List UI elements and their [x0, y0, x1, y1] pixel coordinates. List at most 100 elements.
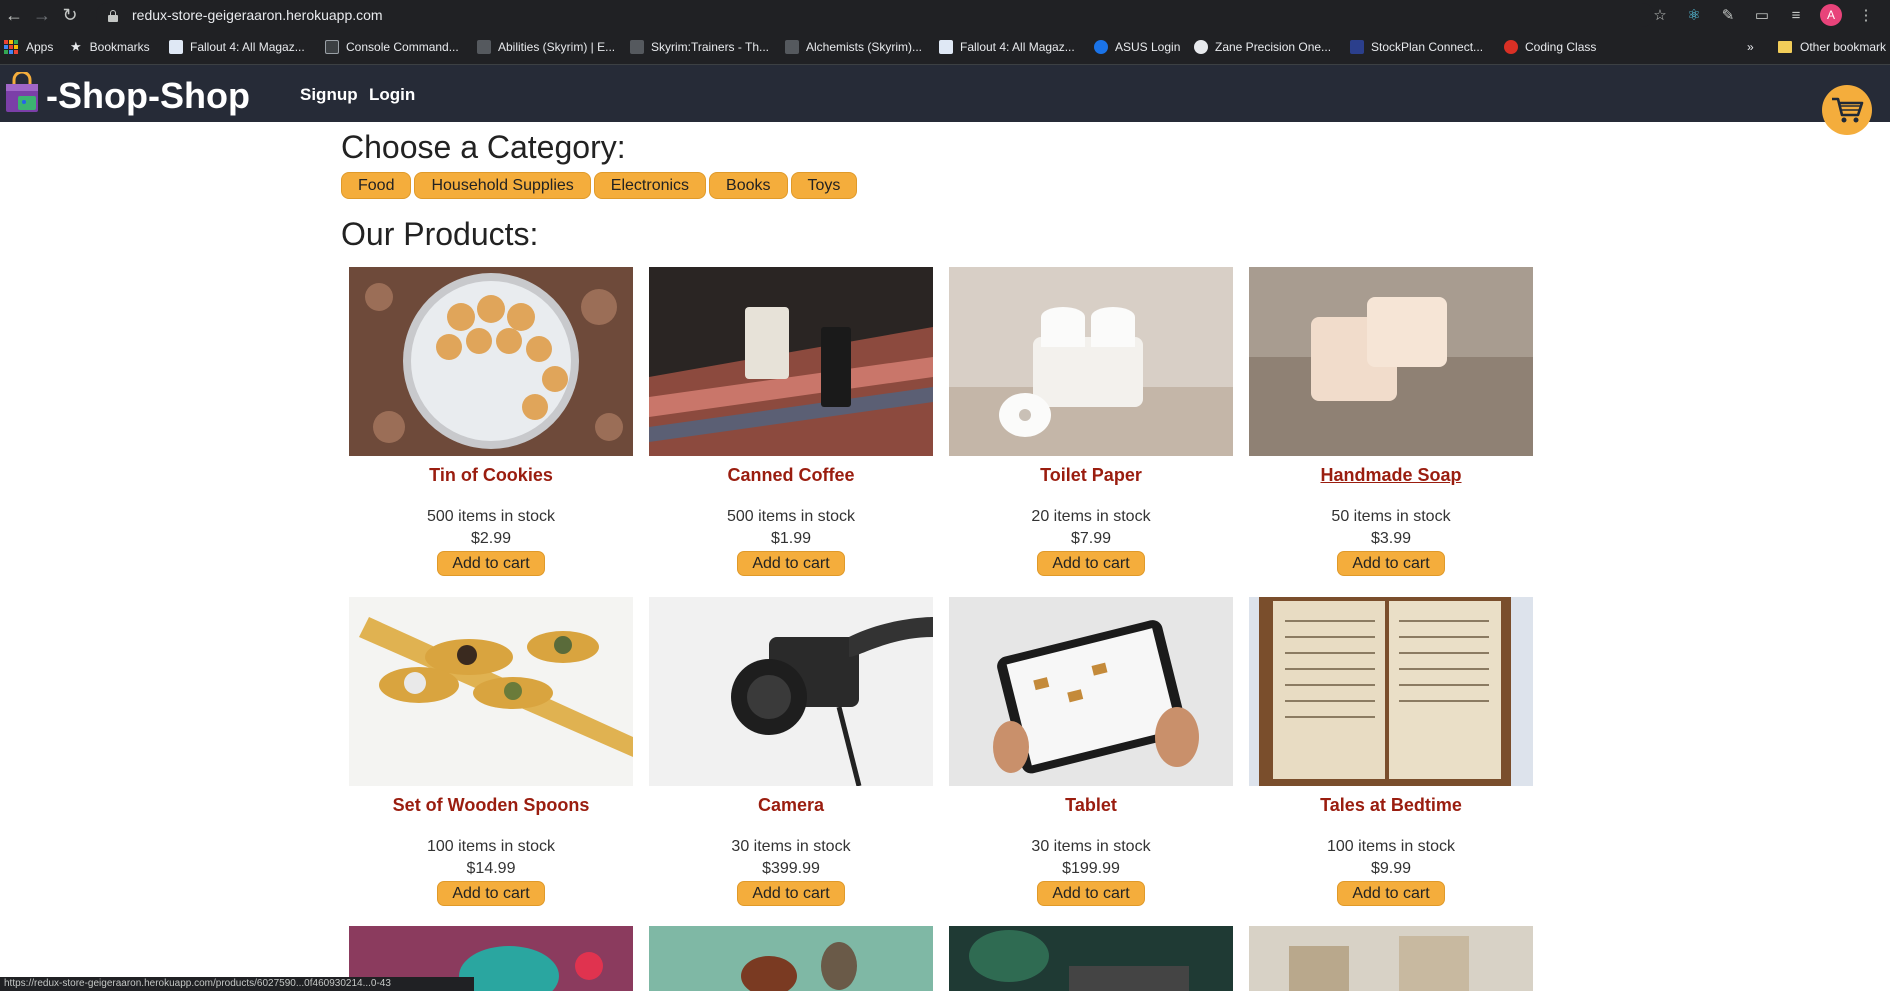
- back-icon[interactable]: ←: [0, 0, 28, 30]
- signup-link[interactable]: Signup: [300, 85, 358, 105]
- product-name-link[interactable]: Toilet Paper: [949, 465, 1233, 485]
- bookmark-label: Zane Precision One...: [1215, 40, 1332, 54]
- product-image-book[interactable]: [1249, 597, 1533, 786]
- category-list: Food Household Supplies Electronics Book…: [341, 172, 858, 199]
- product-price: $9.99: [1370, 860, 1412, 877]
- star-bookmark-icon[interactable]: ☆: [1650, 6, 1670, 24]
- site-icon: [1350, 40, 1364, 54]
- product-image-handmade-soap[interactable]: [1249, 267, 1533, 456]
- product-price: $2.99: [470, 530, 512, 547]
- link-status-bar: https://redux-store-geigeraaron.herokuap…: [0, 977, 474, 991]
- bookmark-label: Abilities (Skyrim) | E...: [498, 40, 616, 54]
- product-name-link[interactable]: Camera: [649, 795, 933, 815]
- cart-button[interactable]: [1822, 85, 1872, 135]
- category-books[interactable]: Books: [709, 172, 788, 199]
- bookmark-item[interactable]: Abilities (Skyrim) | E...: [477, 30, 615, 64]
- product-name-link[interactable]: Tin of Cookies: [349, 465, 633, 485]
- products-heading: Our Products:: [341, 216, 539, 252]
- bookmark-item[interactable]: Console Command...: [325, 30, 459, 64]
- site-icon: [1504, 40, 1518, 54]
- add-to-cart-button[interactable]: Add to cart: [1337, 551, 1445, 576]
- product-price: $399.99: [762, 860, 820, 877]
- product-card: Toilet Paper 20 items in stock $7.99 Add…: [949, 267, 1233, 576]
- bookmark-item[interactable]: Coding Class: [1504, 30, 1596, 64]
- bookmark-apps[interactable]: Apps: [4, 30, 53, 64]
- product-stock: 20 items in stock: [1031, 508, 1151, 525]
- product-name-link[interactable]: Tablet: [949, 795, 1233, 815]
- product-price: $199.99: [1062, 860, 1120, 877]
- product-card: Set of Wooden Spoons 100 items in stock …: [349, 597, 633, 906]
- product-image-camera[interactable]: [649, 597, 933, 786]
- lock-icon: [108, 9, 118, 22]
- product-price: $1.99: [770, 530, 812, 547]
- product-price: $7.99: [1070, 530, 1112, 547]
- add-to-cart-button[interactable]: Add to cart: [1337, 881, 1445, 906]
- add-to-cart-button[interactable]: Add to cart: [737, 881, 845, 906]
- site-icon: [477, 40, 491, 54]
- product-stock: 500 items in stock: [726, 508, 856, 525]
- product-image-cookies[interactable]: [349, 267, 633, 456]
- router-icon: [1094, 40, 1108, 54]
- login-link[interactable]: Login: [369, 85, 415, 105]
- folder-icon: [1778, 41, 1792, 53]
- bookmark-label: ASUS Login: [1115, 40, 1181, 54]
- add-to-cart-button[interactable]: Add to cart: [437, 881, 545, 906]
- add-to-cart-button[interactable]: Add to cart: [1037, 551, 1145, 576]
- product-image-wooden-spoons[interactable]: [349, 597, 633, 786]
- site-icon: [1194, 40, 1208, 54]
- product-stock: 500 items in stock: [426, 508, 556, 525]
- bookmark-label: StockPlan Connect...: [1371, 40, 1484, 54]
- bookmark-label: Bookmarks: [89, 40, 150, 54]
- add-to-cart-button[interactable]: Add to cart: [437, 551, 545, 576]
- reload-icon[interactable]: ↻: [56, 0, 84, 30]
- product-image-tablet[interactable]: [949, 597, 1233, 786]
- forward-icon[interactable]: →: [28, 0, 56, 30]
- bookmark-label: Apps: [26, 40, 54, 54]
- menu-icon[interactable]: ⋮: [1856, 6, 1876, 24]
- bookmark-item[interactable]: ★ Bookmarks: [70, 30, 150, 64]
- bookmark-item[interactable]: ASUS Login: [1094, 30, 1180, 64]
- extensions-icon[interactable]: ✎: [1718, 6, 1738, 24]
- category-food[interactable]: Food: [341, 172, 412, 199]
- site-icon: [169, 40, 183, 54]
- product-name-link[interactable]: Tales at Bedtime: [1249, 795, 1533, 815]
- bookmark-item[interactable]: Fallout 4: All Magaz...: [939, 30, 1075, 64]
- add-to-cart-button[interactable]: Add to cart: [737, 551, 845, 576]
- bookmark-other-folder[interactable]: Other bookmark: [1778, 30, 1886, 64]
- brand-title[interactable]: -Shop-Shop: [46, 75, 250, 117]
- product-name-link[interactable]: Set of Wooden Spoons: [349, 795, 633, 815]
- reading-list-icon[interactable]: ≡: [1786, 7, 1806, 24]
- bookmark-item[interactable]: Zane Precision One...: [1194, 30, 1331, 64]
- bookmark-item[interactable]: StockPlan Connect...: [1350, 30, 1483, 64]
- bookmark-item[interactable]: Fallout 4: All Magaz...: [169, 30, 305, 64]
- product-stock: 30 items in stock: [731, 838, 851, 855]
- profile-avatar[interactable]: A: [1820, 4, 1842, 26]
- apps-grid-icon: [4, 40, 18, 54]
- category-toys[interactable]: Toys: [790, 172, 858, 199]
- cast-icon[interactable]: ▭: [1752, 6, 1772, 24]
- product-image-toy[interactable]: [649, 926, 933, 991]
- category-electronics[interactable]: Electronics: [593, 172, 707, 199]
- product-image-canned-coffee[interactable]: [649, 267, 933, 456]
- site-icon: [939, 40, 953, 54]
- product-name-link[interactable]: Handmade Soap: [1249, 465, 1533, 485]
- product-image-toy[interactable]: [1249, 926, 1533, 991]
- product-card: Tin of Cookies 500 items in stock $2.99 …: [349, 267, 633, 576]
- product-stock: 100 items in stock: [426, 838, 556, 855]
- product-price: $14.99: [466, 860, 516, 877]
- bookmark-item[interactable]: Skyrim:Trainers - Th...: [630, 30, 769, 64]
- product-image-toilet-paper[interactable]: [949, 267, 1233, 456]
- product-stock: 50 items in stock: [1331, 508, 1451, 525]
- address-bar[interactable]: redux-store-geigeraaron.herokuapp.com: [96, 3, 1654, 27]
- category-household-supplies[interactable]: Household Supplies: [414, 172, 591, 199]
- bookmark-label: Coding Class: [1525, 40, 1597, 54]
- product-name-link[interactable]: Canned Coffee: [649, 465, 933, 485]
- shopping-cart-icon: [1832, 97, 1864, 123]
- more-bookmarks-icon[interactable]: »: [1747, 30, 1754, 64]
- add-to-cart-button[interactable]: Add to cart: [1037, 881, 1145, 906]
- bookmarks-bar: Apps ★ Bookmarks Fallout 4: All Magaz...…: [0, 30, 1890, 65]
- react-devtools-icon[interactable]: ⚛: [1684, 6, 1704, 24]
- bookmark-item[interactable]: Alchemists (Skyrim)...: [785, 30, 922, 64]
- product-image-toy[interactable]: [949, 926, 1233, 991]
- bookmark-label: Fallout 4: All Magaz...: [960, 40, 1075, 54]
